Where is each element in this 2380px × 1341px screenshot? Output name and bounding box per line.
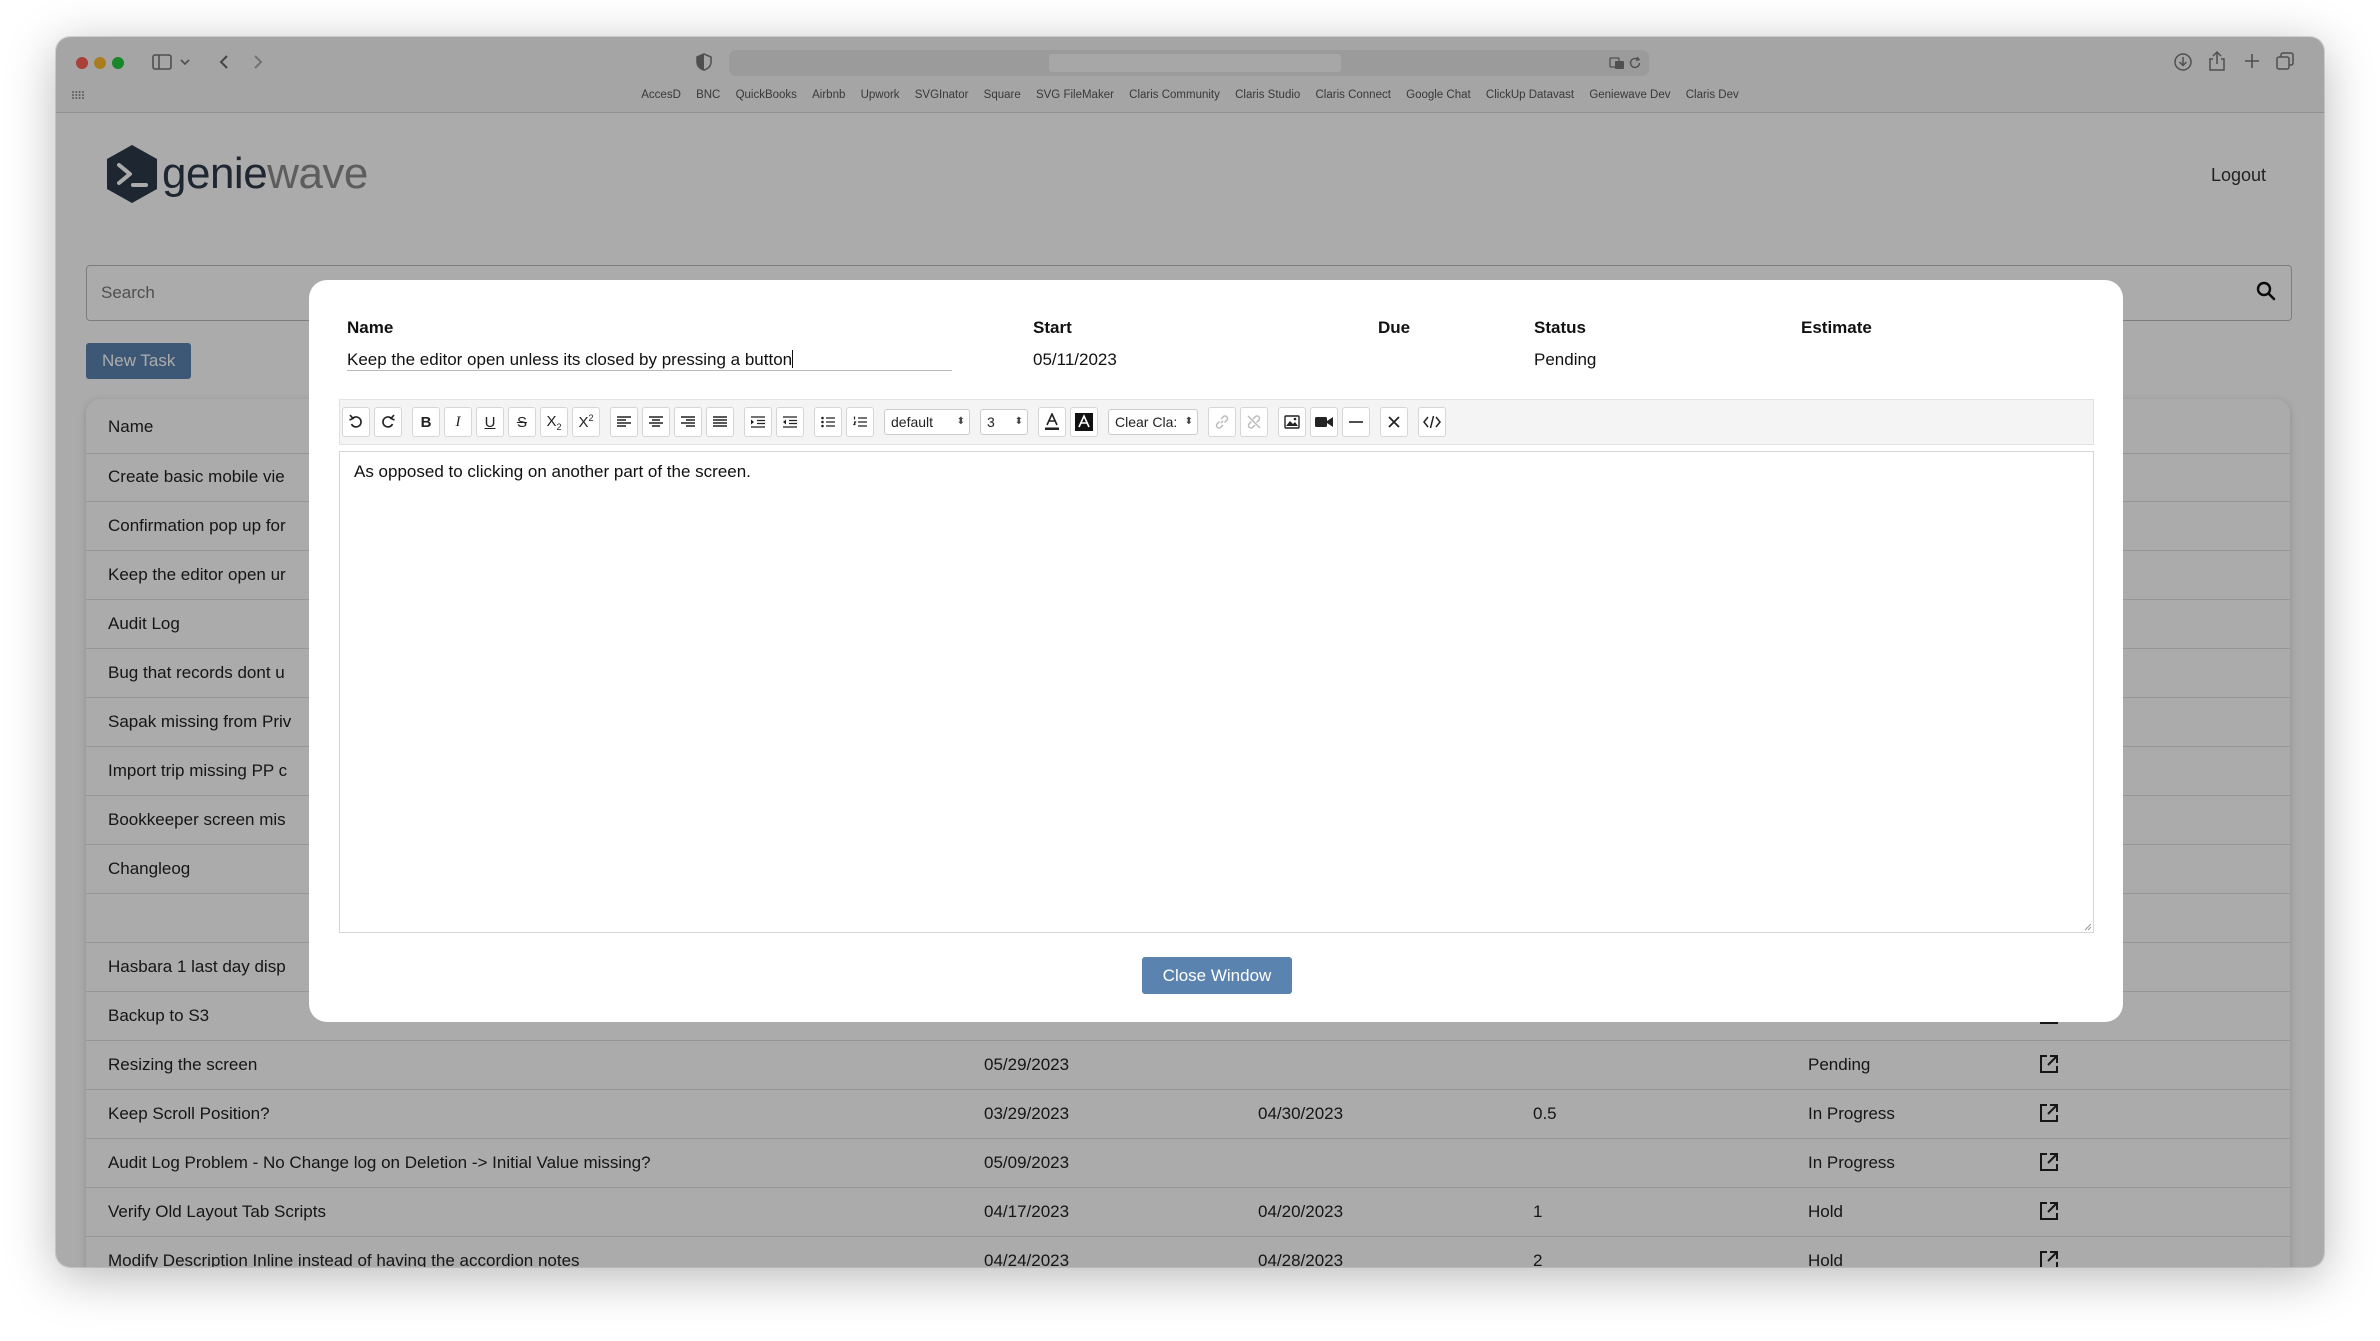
strikethrough-icon: S — [516, 413, 527, 431]
start-header: Start — [1033, 318, 1072, 337]
name-header: Name — [347, 318, 394, 337]
clear-class-select[interactable]: Clear Cla: ⬍ — [1108, 409, 1198, 435]
start-date-value[interactable]: 05/11/2023 — [1033, 350, 1117, 370]
indent-button[interactable] — [744, 407, 772, 437]
status-value[interactable]: Pending — [1534, 350, 1596, 370]
select-arrows-icon: ⬍ — [1184, 416, 1193, 427]
horizontal-rule-icon — [1349, 421, 1363, 423]
resize-handle-icon[interactable] — [2084, 923, 2092, 931]
clear-class-value: Clear Cla: — [1115, 414, 1178, 430]
align-justify-button[interactable] — [706, 407, 734, 437]
italic-button[interactable]: I — [444, 407, 472, 437]
editor-text: As opposed to clicking on another part o… — [354, 462, 751, 481]
insert-video-button[interactable] — [1310, 407, 1338, 437]
bullet-list-button[interactable] — [814, 407, 842, 437]
rich-text-editor[interactable]: As opposed to clicking on another part o… — [339, 451, 2094, 933]
editor-toolbar: B I U S X2 X2 default ⬍ 3 ⬍ Clear Cla: ⬍ — [339, 399, 2094, 445]
font-size-select[interactable]: 3 ⬍ — [980, 409, 1028, 435]
code-icon — [1423, 415, 1441, 429]
redo-button[interactable] — [374, 407, 402, 437]
browser-window: AccesD BNC QuickBooks Airbnb Upwork SVGI… — [56, 37, 2324, 1267]
video-icon — [1315, 417, 1333, 427]
underline-button[interactable]: U — [476, 407, 504, 437]
text-caret — [792, 350, 794, 368]
select-arrows-icon: ⬍ — [956, 416, 965, 427]
unlink-button[interactable] — [1240, 407, 1268, 437]
task-name-value: Keep the editor open unless its closed b… — [347, 350, 793, 369]
superscript-icon: X2 — [578, 413, 594, 431]
font-select-value: default — [891, 414, 934, 430]
unlink-icon — [1247, 415, 1261, 429]
undo-button[interactable] — [342, 407, 370, 437]
bullet-list-icon — [821, 416, 835, 428]
numbered-list-icon — [853, 416, 867, 427]
strikethrough-button[interactable]: S — [508, 407, 536, 437]
insert-image-button[interactable] — [1278, 407, 1306, 437]
task-editor-modal: Name Start Due Status Estimate Keep the … — [309, 280, 2123, 1022]
indent-icon — [751, 416, 765, 428]
bold-icon: B — [420, 413, 432, 431]
outdent-button[interactable] — [776, 407, 804, 437]
link-button[interactable] — [1208, 407, 1236, 437]
align-right-icon — [681, 416, 695, 427]
superscript-button[interactable]: X2 — [572, 407, 600, 437]
align-justify-icon — [713, 416, 727, 427]
numbered-list-button[interactable] — [846, 407, 874, 437]
font-color-button[interactable] — [1038, 407, 1066, 437]
undo-icon — [349, 414, 362, 428]
task-name-input[interactable]: Keep the editor open unless its closed b… — [347, 345, 952, 371]
align-left-icon — [617, 416, 631, 427]
bold-button[interactable]: B — [412, 407, 440, 437]
close-window-button[interactable]: Close Window — [1142, 957, 1292, 994]
outdent-icon — [783, 416, 797, 428]
highlight-color-icon — [1075, 413, 1093, 431]
highlight-color-button[interactable] — [1070, 407, 1098, 437]
remove-format-button[interactable] — [1380, 407, 1408, 437]
horizontal-rule-button[interactable] — [1342, 407, 1370, 437]
status-header: Status — [1534, 318, 1586, 337]
code-view-button[interactable] — [1418, 407, 1446, 437]
align-center-button[interactable] — [642, 407, 670, 437]
redo-icon — [382, 414, 395, 428]
font-color-icon — [1045, 413, 1059, 430]
align-left-button[interactable] — [610, 407, 638, 437]
link-icon — [1215, 415, 1229, 429]
subscript-icon: X2 — [546, 412, 562, 432]
select-arrows-icon: ⬍ — [1014, 416, 1023, 427]
subscript-button[interactable]: X2 — [540, 407, 568, 437]
font-select[interactable]: default ⬍ — [884, 409, 970, 435]
image-icon — [1284, 415, 1300, 429]
align-center-icon — [649, 416, 663, 427]
close-icon — [1388, 416, 1400, 428]
align-right-button[interactable] — [674, 407, 702, 437]
due-header: Due — [1378, 318, 1411, 337]
underline-icon: U — [484, 413, 496, 431]
estimate-header: Estimate — [1801, 318, 1872, 337]
italic-icon: I — [455, 413, 461, 430]
font-size-value: 3 — [987, 414, 995, 430]
